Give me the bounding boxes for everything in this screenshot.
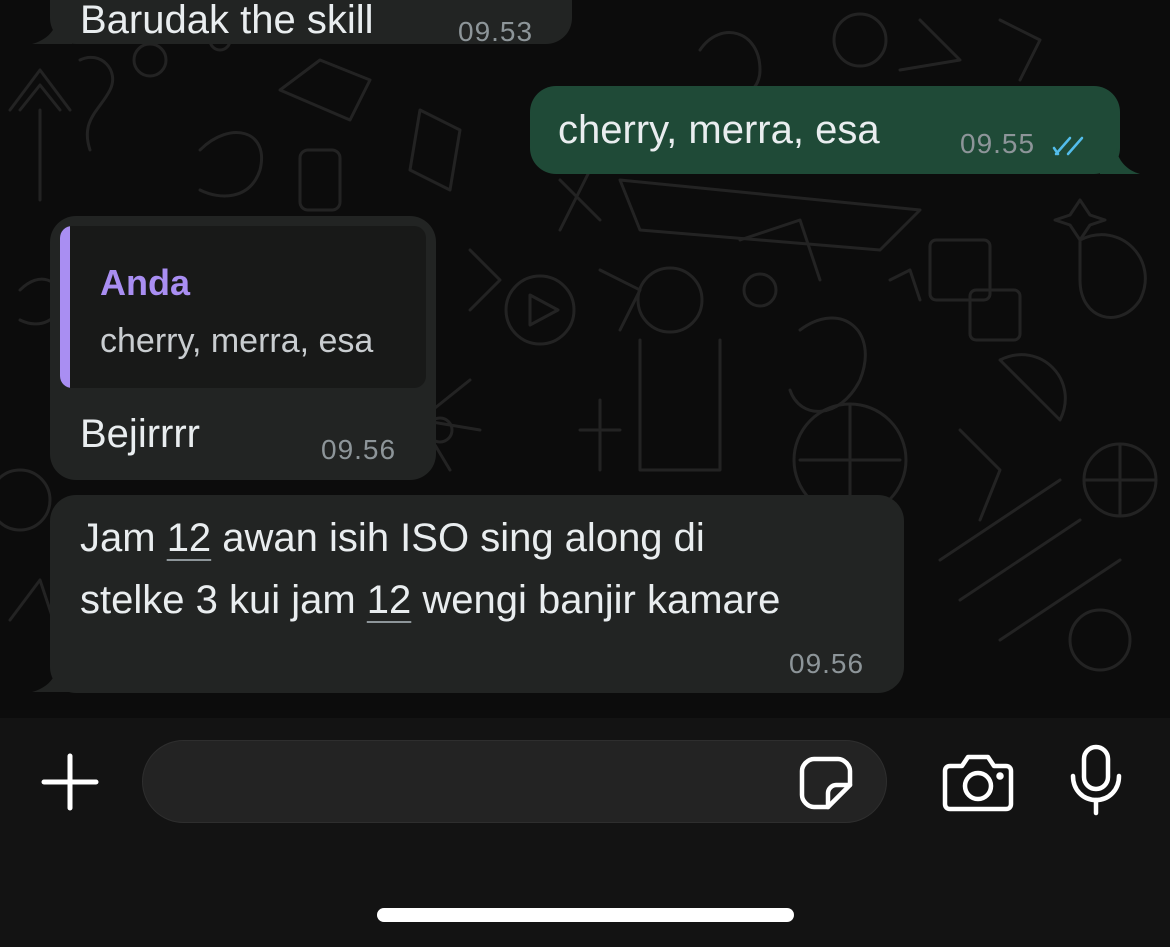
message-input[interactable]	[142, 740, 887, 823]
bubble-tail	[1100, 148, 1140, 174]
chat-area: Barudak the skill 09.53 cherry, merra, e…	[0, 0, 1170, 718]
bubble-tail	[32, 22, 72, 44]
microphone-icon[interactable]	[1068, 744, 1124, 816]
sticker-icon[interactable]	[798, 755, 854, 811]
message-time: 09.56	[789, 648, 865, 679]
quote-accent-bar	[60, 226, 70, 388]
camera-icon[interactable]	[942, 752, 1014, 812]
plus-icon[interactable]	[38, 750, 102, 814]
bubble-tail	[32, 670, 72, 692]
text-part: Jam	[80, 516, 167, 560]
text-part: wengi banjir kamare	[411, 578, 781, 622]
double-check-icon	[1052, 136, 1084, 156]
message-time: 09.56	[321, 434, 397, 465]
quote-author: Anda	[100, 262, 190, 303]
quote-text: cherry, merra, esa	[100, 322, 374, 360]
text-part: awan isih ISO sing along di	[211, 516, 705, 560]
message-bubble-outgoing[interactable]: cherry, merra, esa 09.55	[530, 86, 1120, 174]
message-line-2: stelke 3 kui jam 12 wengi banjir kamare	[80, 578, 780, 623]
message-text: Barudak the skill	[80, 0, 374, 42]
message-time: 09.55	[960, 128, 1036, 159]
message-line-1: Jam 12 awan isih ISO sing along di	[80, 516, 705, 561]
message-bubble-incoming[interactable]: Barudak the skill 09.53	[50, 0, 572, 47]
message-text: Bejirrrr	[80, 412, 200, 456]
text-part: stelke 3 kui jam	[80, 578, 367, 622]
message-time: 09.53	[458, 16, 534, 47]
message-text: cherry, merra, esa	[558, 108, 880, 152]
number-link[interactable]: 12	[167, 516, 212, 560]
home-indicator[interactable]	[377, 908, 794, 922]
number-link[interactable]: 12	[367, 578, 412, 622]
reply-quote[interactable]: Anda cherry, merra, esa	[60, 226, 426, 388]
